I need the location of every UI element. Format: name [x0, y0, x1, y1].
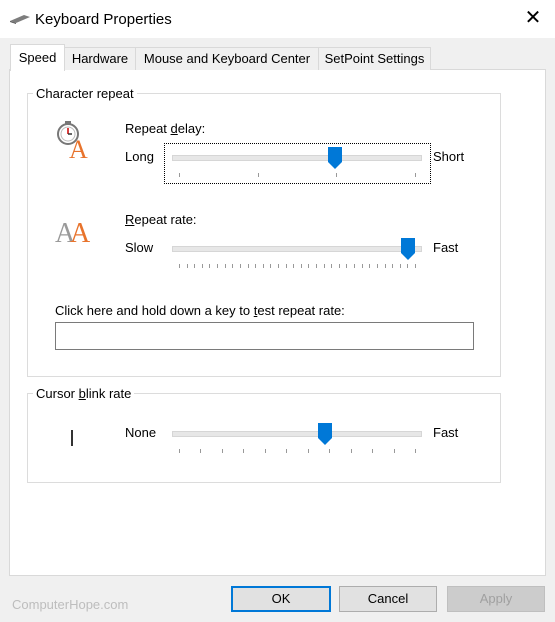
slider-track[interactable] — [172, 155, 422, 161]
slider-tick — [336, 173, 337, 177]
slider-tick — [240, 264, 241, 268]
repeat-delay-slider[interactable] — [172, 147, 422, 179]
slider-tick — [265, 449, 266, 453]
window-title: Keyboard Properties — [35, 11, 172, 28]
slider-thumb[interactable] — [401, 238, 415, 260]
repeat-rate-max-label: Fast — [433, 240, 459, 255]
slider-ticks — [179, 449, 416, 455]
slider-tick — [362, 264, 363, 268]
ok-button[interactable]: OK — [231, 586, 331, 612]
tab-speed[interactable]: Speed — [10, 44, 65, 71]
slider-tick — [200, 449, 201, 453]
slider-tick — [202, 264, 203, 268]
keyboard-icon — [10, 15, 30, 24]
apply-button[interactable]: Apply — [447, 586, 545, 612]
slider-tick — [415, 449, 416, 453]
slider-tick — [217, 264, 218, 268]
slider-tick — [372, 449, 373, 453]
tab-mouse-and-keyboard-center[interactable]: Mouse and Keyboard Center — [135, 47, 319, 70]
close-icon[interactable]: ✕ — [524, 8, 542, 28]
slider-tick — [179, 449, 180, 453]
slider-tick — [179, 173, 180, 177]
slider-tick — [293, 264, 294, 268]
slider-tick — [278, 264, 279, 268]
slider-tick — [324, 264, 325, 268]
slider-tick — [400, 264, 401, 268]
cursor-blink-min-label: None — [125, 425, 157, 440]
test-repeat-input[interactable] — [55, 322, 474, 350]
repeat-rate-slider[interactable] — [172, 238, 422, 270]
repeat-rate-icon: A A — [55, 218, 91, 246]
slider-tick — [392, 264, 393, 268]
slider-track[interactable] — [172, 431, 422, 437]
slider-tick — [331, 264, 332, 268]
svg-text:A: A — [70, 218, 91, 246]
slider-tick — [308, 264, 309, 268]
slider-tick — [232, 264, 233, 268]
slider-tick — [263, 264, 264, 268]
slider-tick — [415, 173, 416, 177]
cursor-blink-slider[interactable] — [172, 423, 422, 455]
slider-tick — [316, 264, 317, 268]
slider-tick — [187, 264, 188, 268]
slider-tick — [301, 264, 302, 268]
repeat-rate-label: Repeat rate: — [125, 212, 197, 227]
slider-tick — [308, 449, 309, 453]
repeat-delay-label: Repeat delay: — [125, 121, 206, 136]
test-repeat-label: Click here and hold down a key to test r… — [55, 303, 345, 318]
slider-ticks — [179, 264, 416, 270]
slider-tick — [255, 264, 256, 268]
slider-ticks — [179, 173, 416, 179]
slider-tick — [248, 264, 249, 268]
slider-tick — [339, 264, 340, 268]
cursor-blink-title: Cursor blink rate — [33, 386, 135, 401]
tab-setpoint-settings[interactable]: SetPoint Settings — [318, 47, 431, 70]
cursor-blink-max-label: Fast — [433, 425, 459, 440]
slider-tick — [407, 264, 408, 268]
slider-tick — [415, 264, 416, 268]
slider-tick — [286, 449, 287, 453]
repeat-delay-max-label: Short — [433, 149, 465, 164]
slider-tick — [258, 173, 259, 177]
slider-thumb[interactable] — [318, 423, 332, 445]
slider-track[interactable] — [172, 246, 422, 252]
slider-tick — [179, 264, 180, 268]
cancel-button[interactable]: Cancel — [339, 586, 437, 612]
slider-tick — [369, 264, 370, 268]
cursor-preview — [71, 430, 73, 446]
repeat-delay-min-label: Long — [125, 149, 154, 164]
character-repeat-title: Character repeat — [33, 86, 137, 101]
svg-text:A: A — [69, 135, 88, 160]
repeat-rate-min-label: Slow — [125, 240, 154, 255]
slider-tick — [286, 264, 287, 268]
slider-thumb[interactable] — [328, 147, 342, 169]
slider-tick — [377, 264, 378, 268]
slider-tick — [222, 449, 223, 453]
slider-tick — [354, 264, 355, 268]
slider-tick — [194, 264, 195, 268]
slider-tick — [209, 264, 210, 268]
slider-tick — [329, 449, 330, 453]
slider-tick — [243, 449, 244, 453]
slider-tick — [270, 264, 271, 268]
repeat-delay-icon: A — [57, 121, 88, 160]
tab-hardware[interactable]: Hardware — [64, 47, 136, 70]
slider-tick — [385, 264, 386, 268]
slider-tick — [394, 449, 395, 453]
slider-tick — [225, 264, 226, 268]
slider-tick — [346, 264, 347, 268]
slider-tick — [351, 449, 352, 453]
watermark-text: ComputerHope.com — [12, 597, 129, 612]
